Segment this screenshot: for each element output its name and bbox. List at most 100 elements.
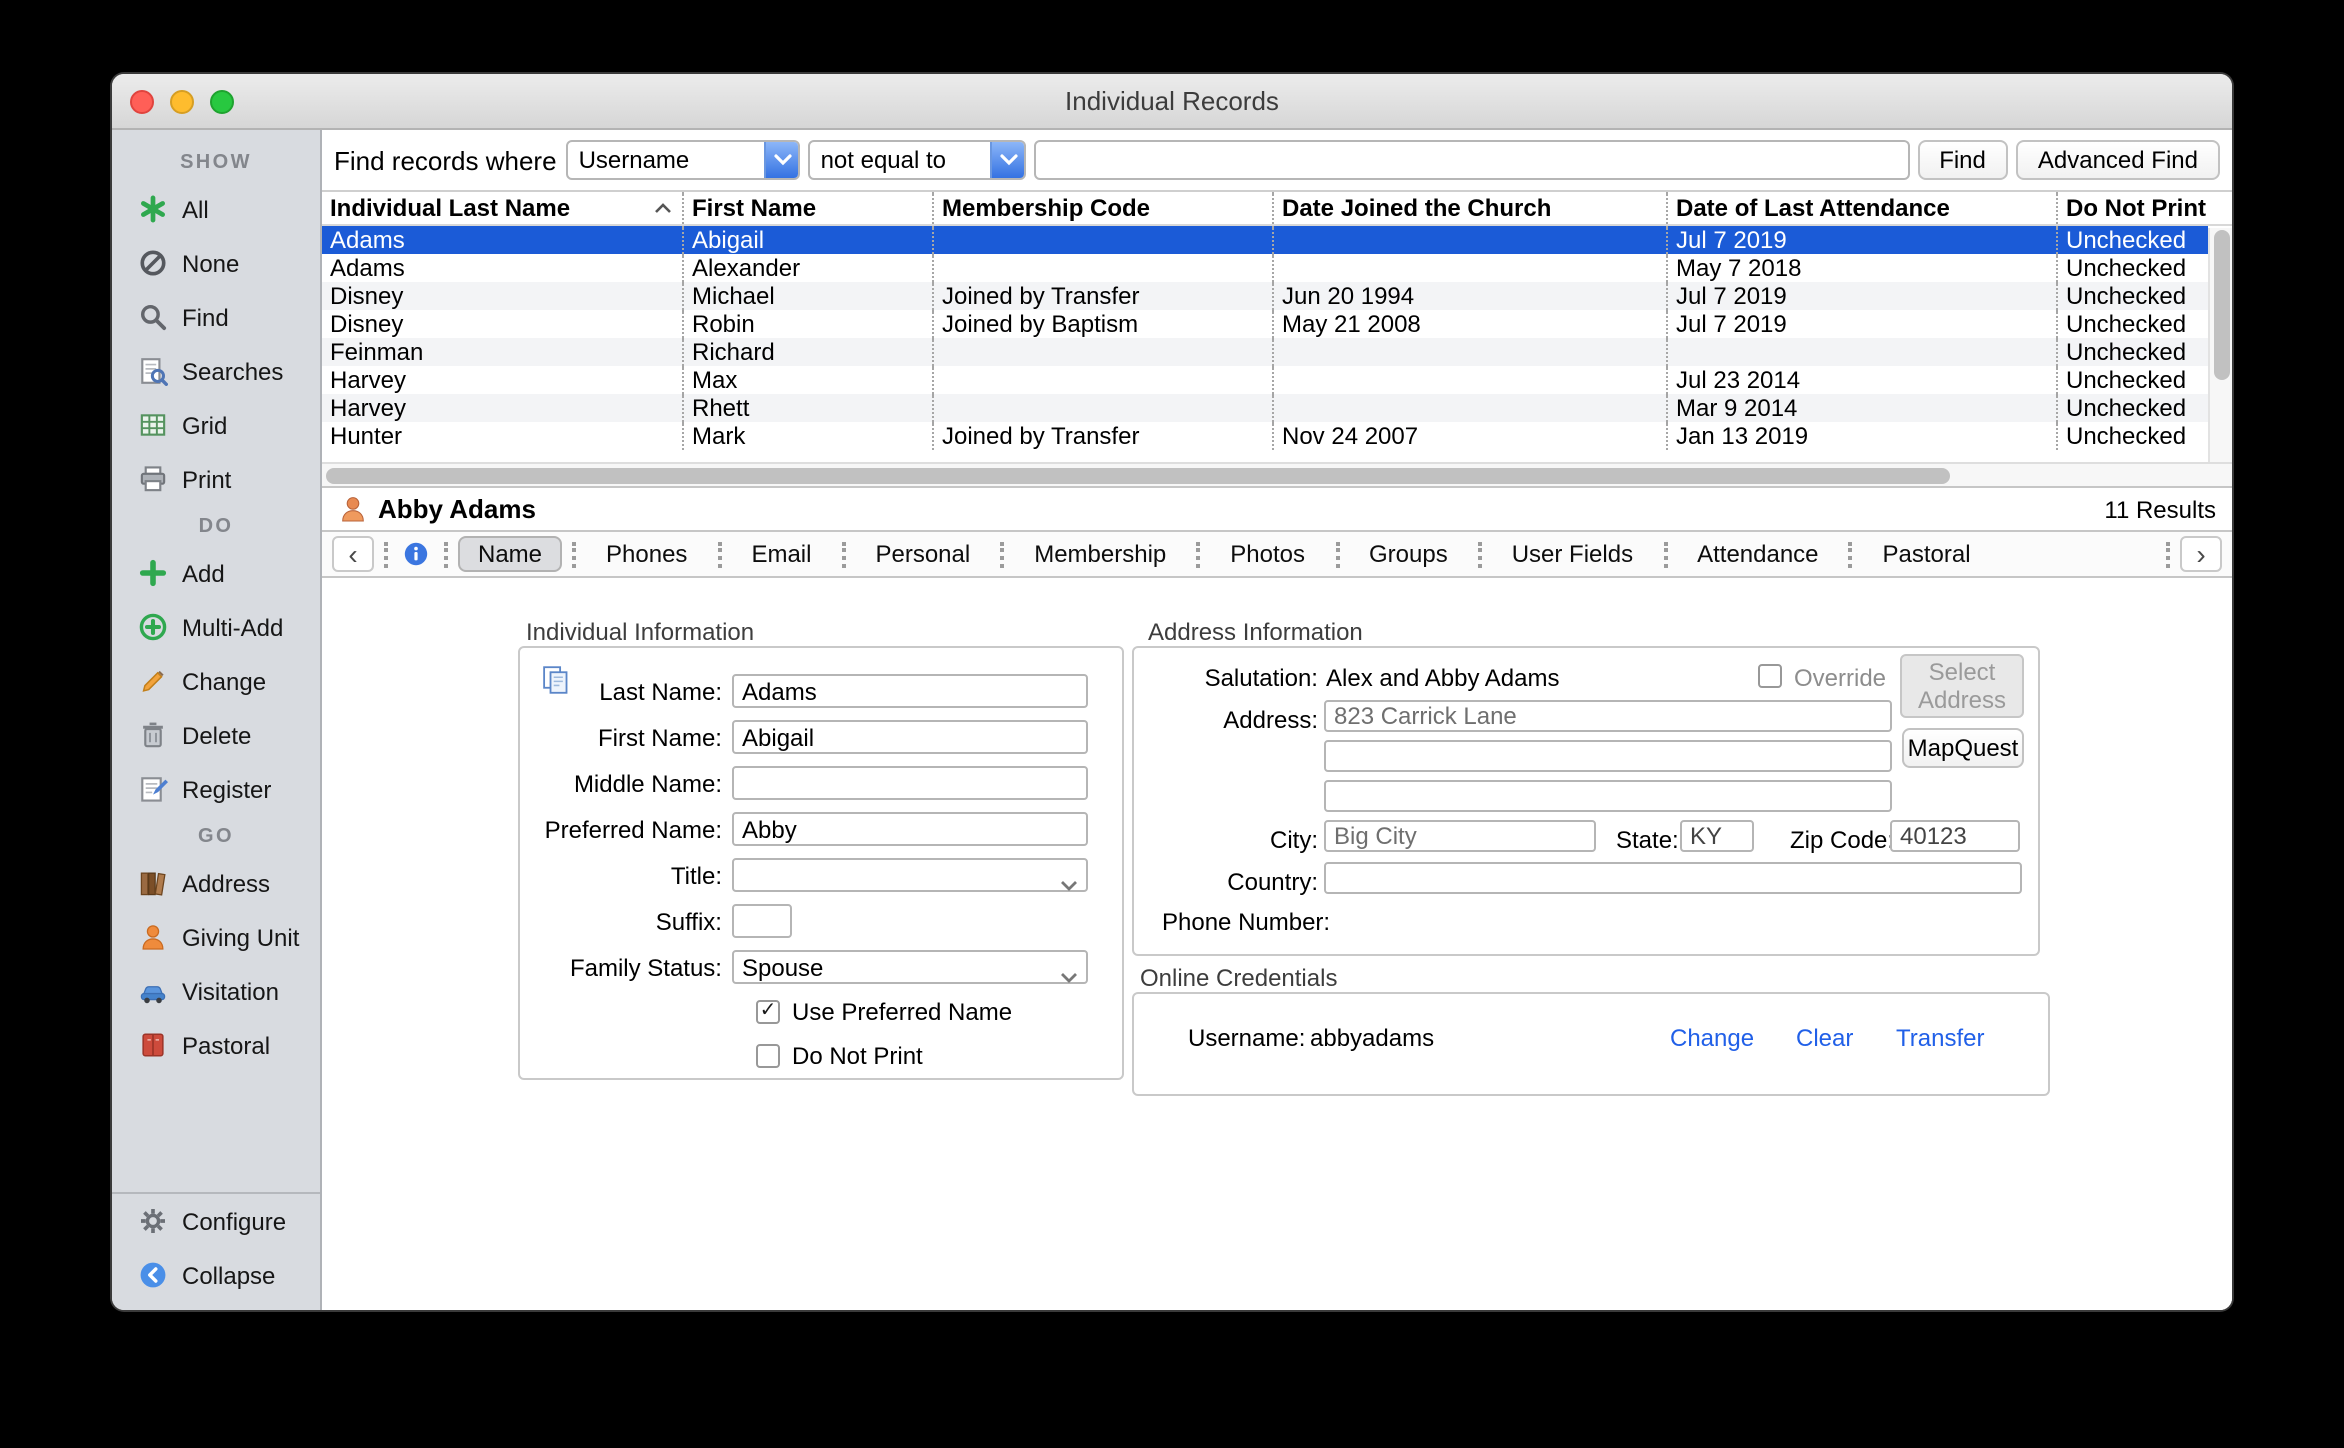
- column-header-date-joined[interactable]: Date Joined the Church: [1274, 192, 1668, 224]
- copy-icon[interactable]: [540, 664, 572, 702]
- sidebar-item-address[interactable]: Address: [112, 856, 320, 910]
- minimize-button[interactable]: [170, 90, 194, 114]
- tabs-scroll-right-button[interactable]: ›: [2180, 536, 2222, 572]
- override-label: Override: [1794, 664, 1886, 692]
- sidebar-item-grid[interactable]: Grid: [112, 398, 320, 452]
- sidebar-item-all[interactable]: All: [112, 182, 320, 236]
- sidebar-item-delete[interactable]: Delete: [112, 708, 320, 762]
- window-body: SHOW All None Find Searches Grid: [112, 130, 2232, 1310]
- table-row[interactable]: Disney Michael Joined by Transfer Jun 20…: [322, 282, 2208, 310]
- tab-attendance[interactable]: Attendance: [1677, 536, 1838, 572]
- sidebar-item-label: Searches: [182, 357, 283, 385]
- do-not-print-checkbox[interactable]: [756, 1044, 780, 1068]
- table-row[interactable]: Feinman Richard Unchecked: [322, 338, 2208, 366]
- tab-separator-dots: [1196, 541, 1200, 567]
- country-field[interactable]: [1324, 862, 2022, 894]
- find-value-input[interactable]: [1035, 140, 1910, 180]
- column-header-last-attendance[interactable]: Date of Last Attendance: [1668, 192, 2058, 224]
- state-field[interactable]: [1680, 820, 1754, 852]
- sidebar-item-label: Print: [182, 465, 231, 493]
- sidebar-item-configure[interactable]: Configure: [112, 1194, 320, 1248]
- tab-personal[interactable]: Personal: [855, 536, 990, 572]
- tab-groups[interactable]: Groups: [1349, 536, 1468, 572]
- scrollbar-thumb[interactable]: [326, 468, 1950, 484]
- table-vertical-scrollbar[interactable]: [2208, 228, 2232, 462]
- sidebar-item-find[interactable]: Find: [112, 290, 320, 344]
- column-header-do-not-print[interactable]: Do Not Print: [2058, 192, 2232, 224]
- sidebar-item-giving-unit[interactable]: Giving Unit: [112, 910, 320, 964]
- find-records-where-label: Find records where: [334, 145, 557, 175]
- column-header-last-name[interactable]: Individual Last Name: [322, 192, 684, 224]
- use-preferred-name-checkbox[interactable]: ✓: [756, 1000, 780, 1024]
- tab-membership[interactable]: Membership: [1014, 536, 1186, 572]
- collapse-icon: [138, 1260, 168, 1290]
- cell-first-name: Michael: [684, 282, 934, 310]
- find-operator-select[interactable]: not equal to: [809, 140, 1027, 180]
- sidebar-item-collapse[interactable]: Collapse: [112, 1248, 320, 1302]
- salutation-value: Alex and Abby Adams: [1326, 664, 1560, 692]
- preferred-name-field[interactable]: [732, 812, 1088, 846]
- address-line2-field[interactable]: [1324, 740, 1892, 772]
- tab-email[interactable]: Email: [731, 536, 831, 572]
- city-label: City:: [1134, 826, 1318, 854]
- sidebar-item-pastoral[interactable]: Pastoral: [112, 1018, 320, 1072]
- close-button[interactable]: [130, 90, 154, 114]
- table-row[interactable]: Adams Alexander May 7 2018 Unchecked: [322, 254, 2208, 282]
- middle-name-field[interactable]: [732, 766, 1088, 800]
- select-address-button[interactable]: Select Address: [1900, 654, 2024, 718]
- cell-last-name: Harvey: [322, 394, 684, 422]
- chevron-down-icon: [1060, 962, 1078, 990]
- family-status-select[interactable]: Spouse: [732, 950, 1088, 984]
- table-row[interactable]: Hunter Mark Joined by Transfer Nov 24 20…: [322, 422, 2208, 450]
- table-row[interactable]: Adams Abigail Jul 7 2019 Unchecked: [322, 226, 2208, 254]
- suffix-field[interactable]: [732, 904, 792, 938]
- sidebar-item-searches[interactable]: Searches: [112, 344, 320, 398]
- sidebar-item-none[interactable]: None: [112, 236, 320, 290]
- trash-icon: [138, 720, 168, 750]
- table-row[interactable]: Harvey Rhett Mar 9 2014 Unchecked: [322, 394, 2208, 422]
- table-horizontal-scrollbar[interactable]: [322, 462, 2232, 486]
- title-select[interactable]: [732, 858, 1088, 892]
- middle-name-label: Middle Name:: [520, 769, 732, 797]
- address-line1-field[interactable]: [1324, 700, 1892, 732]
- transfer-credentials-link[interactable]: Transfer: [1896, 1024, 1984, 1052]
- first-name-field[interactable]: [732, 720, 1088, 754]
- sidebar-item-visitation[interactable]: Visitation: [112, 964, 320, 1018]
- table-row[interactable]: Disney Robin Joined by Baptism May 21 20…: [322, 310, 2208, 338]
- mapquest-button[interactable]: MapQuest: [1902, 728, 2024, 768]
- tab-phones[interactable]: Phones: [586, 536, 707, 572]
- table-row[interactable]: Harvey Max Jul 23 2014 Unchecked: [322, 366, 2208, 394]
- tab-pastoral[interactable]: Pastoral: [1863, 536, 1991, 572]
- city-field[interactable]: [1324, 820, 1596, 852]
- magnifier-icon: [138, 302, 168, 332]
- zoom-button[interactable]: [210, 90, 234, 114]
- find-button[interactable]: Find: [1917, 140, 2008, 180]
- address-line3-field[interactable]: [1324, 780, 1892, 812]
- tab-name[interactable]: Name: [458, 536, 562, 572]
- sidebar-item-label: Visitation: [182, 977, 279, 1005]
- screen: Individual Records SHOW All None Find Se…: [0, 0, 2344, 1448]
- column-header-membership-code[interactable]: Membership Code: [934, 192, 1274, 224]
- change-credentials-link[interactable]: Change: [1670, 1024, 1754, 1052]
- sidebar-item-print[interactable]: Print: [112, 452, 320, 506]
- column-header-first-name[interactable]: First Name: [684, 192, 934, 224]
- detail-tab-bar: ‹ Name Phones Email Personal Membership …: [322, 530, 2232, 578]
- cell-date-joined: Jun 20 1994: [1274, 282, 1668, 310]
- record-info-button[interactable]: [398, 540, 434, 568]
- clear-credentials-link[interactable]: Clear: [1796, 1024, 1853, 1052]
- zip-code-field[interactable]: [1890, 820, 2020, 852]
- advanced-find-button[interactable]: Advanced Find: [2016, 140, 2220, 180]
- sidebar-item-register[interactable]: Register: [112, 762, 320, 816]
- override-checkbox[interactable]: [1758, 664, 1782, 688]
- sidebar-item-multi-add[interactable]: Multi-Add: [112, 600, 320, 654]
- sidebar-item-add[interactable]: Add: [112, 546, 320, 600]
- tab-user-fields[interactable]: User Fields: [1492, 536, 1653, 572]
- tab-photos[interactable]: Photos: [1210, 536, 1325, 572]
- last-name-field[interactable]: [732, 674, 1088, 708]
- cell-date-joined: [1274, 254, 1668, 282]
- find-field-select[interactable]: Username: [567, 140, 801, 180]
- giving-unit-icon: [138, 922, 168, 952]
- scrollbar-thumb[interactable]: [2214, 230, 2230, 380]
- sidebar-item-change[interactable]: Change: [112, 654, 320, 708]
- tabs-scroll-left-button[interactable]: ‹: [332, 536, 374, 572]
